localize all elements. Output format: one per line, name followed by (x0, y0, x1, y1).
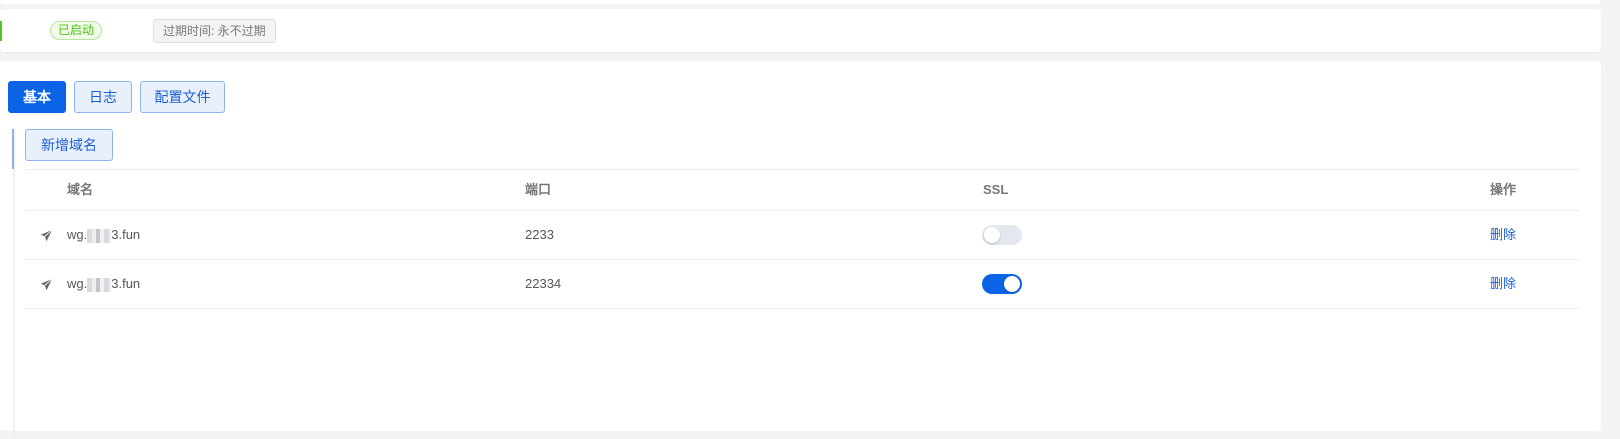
column-header-port: 端口 (525, 182, 552, 197)
expire-time-badge: 过期时间: 永不过期 (153, 19, 276, 43)
redacted-block (87, 228, 112, 243)
status-badge: 已启动 (50, 21, 103, 40)
ssl-toggle[interactable] (982, 225, 1022, 245)
domain-prefix: wg. (67, 227, 88, 242)
column-header-action: 操作 (1490, 182, 1517, 197)
delete-link[interactable]: 删除 (1490, 211, 1516, 259)
column-header-domain: 域名 (67, 182, 94, 197)
status-indicator-line (0, 21, 2, 41)
page-scrollbar[interactable] (1601, 0, 1620, 422)
previous-card-edge (0, 0, 1601, 4)
table-row: wg. 3.fun 2233 删除 (25, 211, 1580, 260)
redacted-block (87, 277, 112, 292)
domain-prefix: wg. (67, 276, 88, 291)
domain-cell: wg. 3.fun (67, 260, 140, 308)
add-domain-button[interactable]: 新增域名 (25, 129, 113, 161)
send-icon (40, 229, 53, 242)
table-row: wg. 3.fun 22334 删除 (25, 260, 1580, 309)
main-card: 基本 日志 配置文件 新增域名 域名 端口 SSL 操作 wg. 3.fun 22… (0, 61, 1601, 439)
column-header-ssl: SSL (983, 182, 1009, 197)
tab-basic[interactable]: 基本 (8, 81, 66, 113)
section-accent-line (12, 129, 14, 169)
port-cell: 22334 (525, 276, 562, 291)
toggle-knob (984, 227, 1000, 243)
domain-table: 域名 端口 SSL 操作 wg. 3.fun 2233 删除 wg. 3.fun 2… (25, 169, 1580, 309)
domain-cell: wg. 3.fun (67, 211, 140, 259)
delete-link[interactable]: 删除 (1490, 260, 1516, 308)
tab-config-file[interactable]: 配置文件 (140, 81, 225, 113)
status-card: 已启动 过期时间: 永不过期 (0, 9, 1601, 52)
toggle-knob (1004, 276, 1020, 292)
section-border (13, 129, 15, 439)
send-icon (40, 278, 53, 291)
domain-suffix: 3.fun (111, 276, 141, 291)
domain-suffix: 3.fun (111, 227, 141, 242)
ssl-toggle[interactable] (982, 274, 1022, 294)
table-header: 域名 端口 SSL 操作 (25, 169, 1580, 211)
port-cell: 2233 (525, 227, 554, 242)
tab-log[interactable]: 日志 (74, 81, 132, 113)
